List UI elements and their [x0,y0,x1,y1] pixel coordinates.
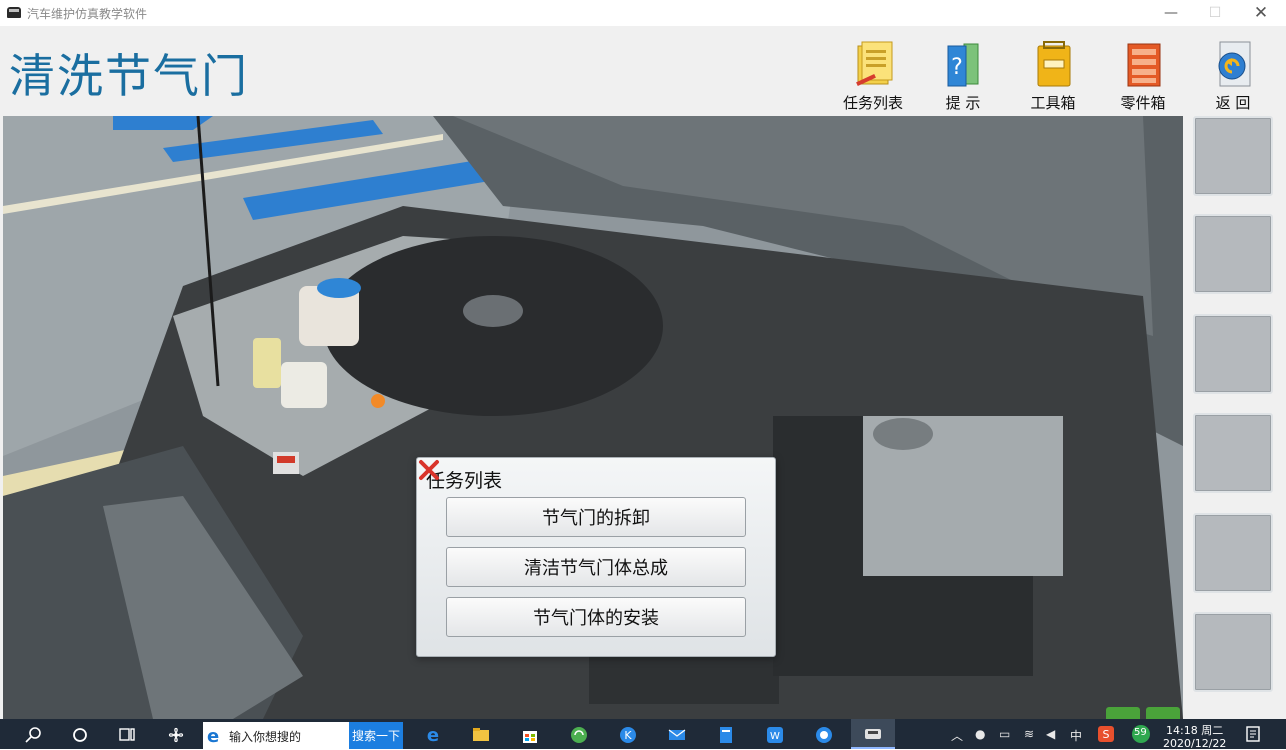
notification-center-icon[interactable] [1244,725,1262,743]
security-badge-count: 59 [1134,727,1147,738]
minimize-button[interactable]: — [1148,0,1194,26]
task-list-dialog: 任务列表 节气门的拆卸 清洁节气门体总成 节气门体的安装 [416,457,776,657]
engine-bay-scene: 任务列表 节气门的拆卸 清洁节气门体总成 节气门体的安装 [3,116,1183,719]
scene-prev-button[interactable] [1106,707,1140,719]
taskbar-search-box[interactable]: e 输入你想搜的 搜索一下 [203,722,403,749]
close-window-button[interactable]: ✕ [1238,0,1284,26]
part-slot[interactable] [1193,513,1273,593]
fan-app-icon[interactable] [166,725,186,745]
hint-label: 提 示 [945,94,981,112]
part-slot[interactable] [1193,214,1273,294]
volume-icon[interactable]: ◀ [1046,727,1055,741]
mail-icon[interactable] [667,725,687,745]
task-list-icon [856,41,893,87]
svg-text:e: e [427,725,439,745]
browser-e-icon: e [207,726,220,747]
task-clean-throttle-body-button[interactable]: 清洁节气门体总成 [446,547,746,587]
wifi-icon[interactable]: ≋ [1024,727,1034,741]
cortana-icon[interactable] [70,725,90,745]
parts-box-button[interactable]: 零件箱 [1098,38,1188,116]
tray-expand-icon[interactable]: ︿ [951,727,963,744]
store-icon[interactable] [520,725,540,745]
back-label: 返 回 [1215,94,1251,112]
header-toolbar: 清洗节气门 任务列表 ? 提 示 工具箱 零件箱 返 回 [0,26,1286,116]
file-explorer-icon[interactable] [471,725,491,745]
car-app-icon [7,7,21,18]
task-list-button[interactable]: 任务列表 [828,38,918,116]
back-button[interactable]: 返 回 [1188,38,1278,116]
car-app-icon [865,729,881,739]
parts-box-label: 零件箱 [1120,94,1166,112]
clock-date[interactable]: 2020/12/22 [1163,737,1226,750]
taskbar: e 输入你想搜的 搜索一下 e K W ︿ ● ▭ ≋ ◀ 中 S 59 14:… [0,719,1286,750]
ime-indicator[interactable]: 中 [1070,727,1082,744]
edge-icon[interactable]: e [423,725,443,745]
tray-penguin-icon[interactable]: ● [975,727,985,741]
part-slot[interactable] [1193,612,1273,692]
toolbox-label: 工具箱 [1030,94,1076,112]
parts-slot-panel [1183,116,1286,719]
scene-next-button[interactable] [1146,707,1180,719]
back-arrow-icon [1218,41,1251,87]
wps-icon[interactable]: W [765,725,785,745]
toolbox-icon [1037,41,1071,87]
browser-q-icon[interactable] [814,725,834,745]
sogou-icon[interactable]: S [1097,725,1115,743]
task-install-throttle-body-button[interactable]: 节气门体的安装 [446,597,746,637]
task-remove-throttle-button[interactable]: 节气门的拆卸 [446,497,746,537]
svg-text:S: S [1103,728,1110,741]
search-go-button[interactable]: 搜索一下 [349,722,403,749]
svg-text:K: K [624,729,632,742]
close-icon[interactable] [417,458,441,482]
part-slot[interactable] [1193,116,1273,196]
battery-icon[interactable]: ▭ [999,727,1010,741]
task-list-label: 任务列表 [842,94,903,112]
task-view-icon[interactable] [117,725,137,745]
parts-box-icon [1127,43,1161,87]
window-title: 汽车维护仿真教学软件 [27,7,148,21]
k-app-icon[interactable]: K [618,725,638,745]
part-slot[interactable] [1193,314,1273,394]
maximize-button[interactable]: ☐ [1192,0,1238,26]
part-slot[interactable] [1193,413,1273,493]
svg-text:?: ? [951,55,963,80]
page-title: 清洗节气门 [9,49,249,103]
title-bar: 汽车维护仿真教学软件 — ☐ ✕ [0,0,1286,26]
search-placeholder: 输入你想搜的 [229,730,302,744]
app-window: 汽车维护仿真教学软件 — ☐ ✕ 清洗节气门 任务列表 ? 提 示 工具箱 零件… [0,0,1286,719]
clock-time[interactable]: 14:18 周二 [1166,722,1223,738]
hint-book-icon: ? [947,43,979,87]
search-icon[interactable] [24,725,44,745]
notes-app-icon[interactable] [716,725,736,745]
svg-text:W: W [770,731,780,742]
green-refresh-icon[interactable] [569,725,589,745]
toolbox-button[interactable]: 工具箱 [1008,38,1098,116]
active-app-tab[interactable] [851,719,895,749]
hint-button[interactable]: ? 提 示 [918,38,1008,116]
